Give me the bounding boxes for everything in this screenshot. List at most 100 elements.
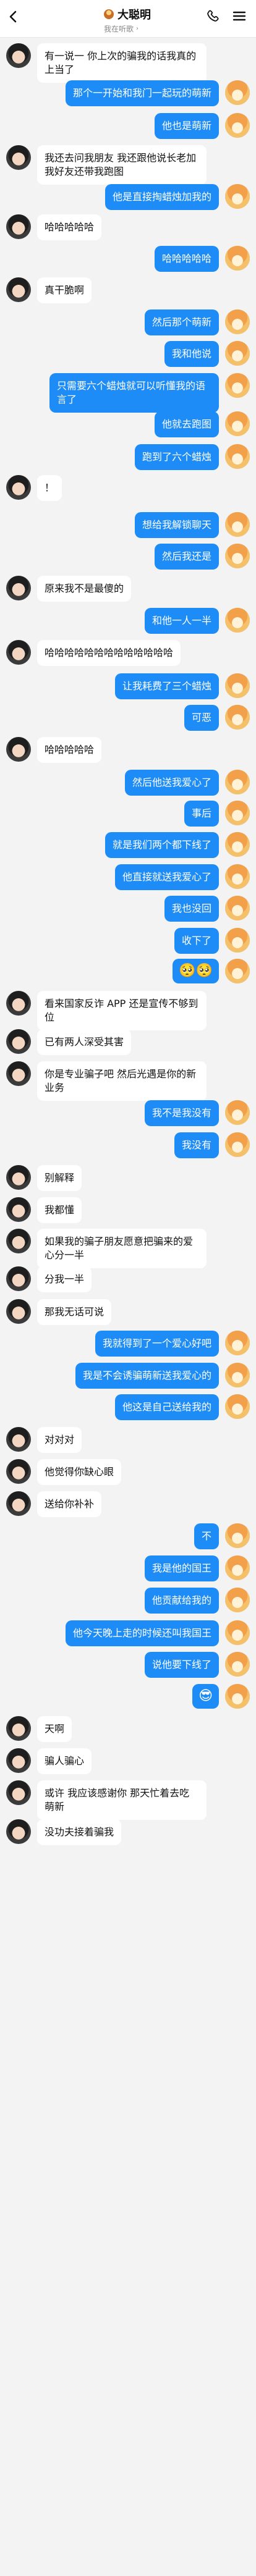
my-avatar[interactable] [225,1100,250,1125]
my-avatar[interactable] [225,1394,250,1419]
message-bubble[interactable]: 我也没回 [164,896,219,922]
message-bubble[interactable]: 他这是自己送给我的 [114,1394,219,1420]
message-bubble[interactable]: 想给我解锁聊天 [134,512,219,538]
message-bubble[interactable]: 原来我不是最傻的 [37,576,132,602]
message-bubble[interactable]: 我不是我没有 [144,1100,219,1126]
message-bubble[interactable]: 他直接就送我爱心了 [114,864,219,890]
message-bubble[interactable]: 然后我还是 [154,544,219,570]
message-bubble[interactable]: 然后那个萌新 [144,309,219,335]
my-avatar[interactable] [225,1132,250,1157]
contact-avatar[interactable] [6,1266,31,1291]
contact-avatar[interactable] [6,1229,31,1253]
my-avatar[interactable] [225,246,250,271]
contact-avatar[interactable] [6,214,31,239]
my-avatar[interactable] [225,801,250,825]
message-bubble[interactable]: 我没有 [174,1132,219,1158]
message-bubble[interactable]: 你是专业骗子吧 然后光遇是你的新业务 [37,1061,207,1101]
my-avatar[interactable] [225,1523,250,1548]
contact-avatar[interactable] [6,1165,31,1190]
message-bubble[interactable]: 送给你补补 [37,1491,102,1517]
contact-avatar[interactable] [6,640,31,665]
my-avatar[interactable] [225,544,250,568]
message-bubble[interactable]: 可恶 [184,705,219,731]
message-bubble[interactable]: 他贡献给我的 [144,1588,219,1614]
my-avatar[interactable] [225,1331,250,1355]
message-bubble[interactable]: 我还去问我朋友 我还跟他说长老加我好友还带我跑图 [37,145,207,185]
message-bubble[interactable]: 不 [194,1523,219,1549]
contact-avatar[interactable] [6,1819,31,1844]
my-avatar[interactable] [225,864,250,889]
my-avatar[interactable] [225,512,250,537]
contact-avatar[interactable] [6,1780,31,1805]
contact-avatar[interactable] [6,277,31,302]
message-bubble[interactable]: 对对对 [37,1427,82,1453]
contact-avatar[interactable] [6,1197,31,1222]
message-bubble[interactable]: 就是我们两个都下线了 [105,832,219,858]
message-bubble[interactable]: 事后 [184,801,219,827]
my-avatar[interactable] [225,959,250,983]
message-bubble[interactable]: 那我无话可说 [37,1299,112,1325]
my-avatar[interactable] [225,1684,250,1709]
message-bubble[interactable]: 哈哈哈哈哈 [154,246,219,272]
message-bubble[interactable]: 如果我的骗子朋友愿意把骗来的爱心分一半 [37,1229,207,1268]
message-bubble[interactable]: 我就得到了一个爱心好吧 [95,1331,219,1357]
message-bubble[interactable]: 哈哈哈哈哈 [37,214,102,240]
contact-avatar[interactable] [6,1491,31,1516]
message-bubble[interactable]: 分我一半 [37,1266,92,1292]
menu-icon[interactable] [231,9,247,23]
contact-avatar[interactable] [6,576,31,600]
my-avatar[interactable] [225,113,250,138]
message-bubble[interactable]: 我是他的国王 [144,1555,219,1581]
message-bubble[interactable]: 已有两人深受其害 [37,1029,132,1055]
message-bubble[interactable]: 看来国家反诈 APP 还是宣传不够到位 [37,991,207,1030]
my-avatar[interactable] [225,770,250,794]
my-avatar[interactable] [225,673,250,698]
my-avatar[interactable] [225,832,250,857]
my-avatar[interactable] [225,184,250,209]
message-bubble[interactable]: 他就去跑图 [154,411,219,437]
message-bubble[interactable]: ！ [37,475,62,501]
message-bubble[interactable]: 天啊 [37,1716,72,1742]
my-avatar[interactable] [225,608,250,633]
message-bubble[interactable]: 他今天晚上走的时候还叫我国王 [65,1620,219,1646]
contact-avatar[interactable] [6,1427,31,1452]
contact-avatar[interactable] [6,475,31,500]
message-bubble[interactable]: 跑到了六个蜡烛 [134,444,219,470]
my-avatar[interactable] [225,896,250,920]
my-avatar[interactable] [225,1652,250,1677]
contact-avatar[interactable] [6,1716,31,1741]
message-bubble[interactable]: 或许 我应该感谢你 那天忙着去吃萌新 [37,1780,207,1820]
my-avatar[interactable] [225,341,250,366]
message-bubble[interactable]: 哈哈哈哈哈 [37,737,102,763]
phone-icon[interactable] [205,9,220,23]
message-bubble[interactable]: 只需要六个蜡烛就可以听懂我的语言了 [49,373,219,413]
status-row[interactable]: 我在听歌 › [104,23,151,34]
contact-avatar[interactable] [6,43,31,68]
contact-avatar[interactable] [6,1029,31,1054]
my-avatar[interactable] [225,1588,250,1612]
contact-avatar[interactable] [6,1061,31,1086]
message-bubble[interactable]: 别解释 [37,1165,82,1191]
my-avatar[interactable] [225,1363,250,1387]
contact-avatar[interactable] [6,1459,31,1484]
message-bubble[interactable]: 然后他送我爱心了 [124,770,219,796]
my-avatar[interactable] [225,309,250,334]
emoji-message-bubble[interactable]: 🥺🥺 [173,959,219,983]
contact-avatar[interactable] [6,145,31,170]
my-avatar[interactable] [225,1620,250,1645]
message-bubble[interactable]: 收下了 [174,928,219,954]
my-avatar[interactable] [225,928,250,953]
my-avatar[interactable] [225,411,250,436]
message-bubble[interactable]: 说他要下线了 [144,1652,219,1678]
message-bubble[interactable]: 哈哈哈哈哈哈哈哈哈哈哈哈哈 [37,640,181,666]
my-avatar[interactable] [225,705,250,730]
contact-avatar[interactable] [6,1748,31,1773]
emoji-message-bubble[interactable]: 😎 [192,1684,219,1709]
message-bubble[interactable]: 我是不会诱骗萌新送我爱心的 [75,1363,219,1389]
message-bubble[interactable]: 他也是萌新 [154,113,219,139]
contact-avatar[interactable] [6,737,31,762]
message-bubble[interactable]: 那个一开始和我门一起玩的萌新 [65,80,219,106]
message-bubble[interactable]: 他觉得你缺心眼 [37,1459,122,1485]
back-icon[interactable] [6,9,21,24]
message-bubble[interactable]: 没功夫接着骗我 [37,1819,122,1845]
